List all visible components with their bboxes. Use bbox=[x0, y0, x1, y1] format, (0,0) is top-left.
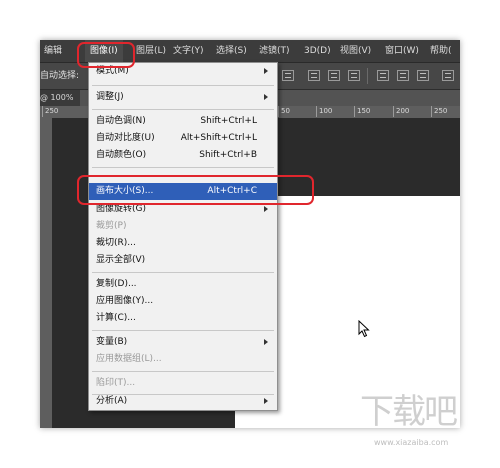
menu-layer[interactable]: 图层(L) bbox=[136, 40, 166, 62]
menu-3d[interactable]: 3D(D) bbox=[304, 40, 331, 62]
align-left-icon[interactable] bbox=[348, 70, 360, 81]
align-bottom-icon[interactable] bbox=[328, 70, 340, 81]
menu-item-auto-contrast[interactable]: 自动对比度(U) Alt+Shift+Ctrl+L bbox=[89, 130, 277, 147]
highlight-image-menu bbox=[77, 42, 135, 68]
menu-item-shortcut: Shift+Ctrl+B bbox=[199, 150, 257, 160]
menu-separator bbox=[92, 371, 274, 372]
submenu-arrow-icon bbox=[264, 68, 268, 74]
submenu-arrow-icon bbox=[264, 94, 268, 100]
menu-item-shortcut: Alt+Shift+Ctrl+L bbox=[180, 133, 257, 143]
menu-item-trap: 陷印(T)... bbox=[89, 375, 277, 392]
menu-item-label: 应用数据组(L)... bbox=[96, 354, 162, 364]
ruler-left-label: 250 bbox=[42, 106, 58, 117]
menu-window[interactable]: 窗口(W) bbox=[385, 40, 419, 62]
menu-item-label: 裁切(R)... bbox=[96, 238, 136, 248]
menu-item-reveal-all[interactable]: 显示全部(V) bbox=[89, 252, 277, 269]
menu-item-label: 复制(D)... bbox=[96, 279, 137, 289]
menu-edit[interactable]: 编辑 bbox=[44, 40, 62, 62]
menu-separator bbox=[92, 109, 274, 110]
distribute-left-icon[interactable] bbox=[442, 70, 454, 81]
document-tab[interactable]: @ 100% bbox=[40, 90, 80, 106]
align-vcenter-icon[interactable] bbox=[308, 70, 320, 81]
menu-item-shortcut: Shift+Ctrl+L bbox=[200, 116, 257, 126]
menu-item-label: 调整(J) bbox=[96, 92, 124, 102]
submenu-arrow-icon bbox=[264, 398, 268, 404]
mouse-pointer-icon bbox=[358, 320, 370, 338]
distribute-bottom-icon[interactable] bbox=[417, 70, 429, 81]
submenu-arrow-icon bbox=[264, 339, 268, 345]
distribute-top-icon[interactable] bbox=[377, 70, 389, 81]
menu-item-crop: 裁剪(P) bbox=[89, 218, 277, 235]
menu-item-auto-tone[interactable]: 自动色调(N) Shift+Ctrl+L bbox=[89, 113, 277, 130]
menu-item-label: 变量(B) bbox=[96, 337, 128, 347]
menu-filter[interactable]: 滤镜(T) bbox=[259, 40, 290, 62]
menu-item-label: 自动颜色(O) bbox=[96, 150, 147, 160]
photoshop-window: 编辑 图像(I) 图层(L) 文字(Y) 选择(S) 滤镜(T) 3D(D) 视… bbox=[40, 40, 460, 428]
vertical-ruler bbox=[40, 118, 52, 428]
menu-item-apply-data-set: 应用数据组(L)... bbox=[89, 351, 277, 368]
menu-item-analysis[interactable]: 分析(A) bbox=[89, 393, 277, 410]
ruler-tick: 200 bbox=[393, 106, 409, 117]
distribute-vcenter-icon[interactable] bbox=[397, 70, 409, 81]
menu-item-calculations[interactable]: 计算(C)... bbox=[89, 310, 277, 327]
menu-help[interactable]: 帮助( bbox=[430, 40, 452, 62]
menu-item-label: 分析(A) bbox=[96, 396, 128, 406]
align-top-icon[interactable] bbox=[282, 70, 294, 81]
watermark-text: 下载吧 bbox=[360, 392, 458, 432]
watermark-url: www.xiazaiba.com bbox=[374, 438, 449, 447]
menu-item-label: 应用图像(Y)... bbox=[96, 296, 154, 306]
menu-item-label: 自动对比度(U) bbox=[96, 133, 155, 143]
submenu-arrow-icon bbox=[264, 206, 268, 212]
menu-separator bbox=[92, 272, 274, 273]
menu-item-label: 计算(C)... bbox=[96, 313, 136, 323]
menu-item-label: 自动色调(N) bbox=[96, 116, 146, 126]
menu-item-label: 陷印(T)... bbox=[96, 378, 136, 388]
ruler-tick: 150 bbox=[354, 106, 370, 117]
menu-item-apply-image[interactable]: 应用图像(Y)... bbox=[89, 293, 277, 310]
menu-item-auto-color[interactable]: 自动颜色(O) Shift+Ctrl+B bbox=[89, 147, 277, 164]
ruler-tick: 100 bbox=[316, 106, 332, 117]
menu-separator bbox=[92, 167, 274, 168]
menu-item-trim[interactable]: 裁切(R)... bbox=[89, 235, 277, 252]
menu-separator bbox=[92, 85, 274, 86]
highlight-canvas-size bbox=[77, 175, 314, 205]
menu-item-adjustments[interactable]: 调整(J) bbox=[89, 89, 277, 106]
menu-item-duplicate[interactable]: 复制(D)... bbox=[89, 276, 277, 293]
menu-type[interactable]: 文字(Y) bbox=[173, 40, 204, 62]
menu-item-variables[interactable]: 变量(B) bbox=[89, 334, 277, 351]
menu-select[interactable]: 选择(S) bbox=[216, 40, 247, 62]
watermark: 下载吧 www.xiazaiba.com bbox=[360, 392, 472, 456]
options-divider bbox=[367, 68, 368, 84]
menu-item-label: 显示全部(V) bbox=[96, 255, 146, 265]
image-menu-dropdown: 模式(M) 调整(J) 自动色调(N) Shift+Ctrl+L 自动对比度(U… bbox=[88, 62, 278, 411]
menu-view[interactable]: 视图(V) bbox=[340, 40, 371, 62]
menu-separator bbox=[92, 330, 274, 331]
auto-select-label: 自动选择: bbox=[40, 71, 80, 81]
ruler-tick: 50 bbox=[278, 106, 290, 117]
menu-item-label: 裁剪(P) bbox=[96, 221, 127, 231]
ruler-tick: 250 bbox=[431, 106, 447, 117]
